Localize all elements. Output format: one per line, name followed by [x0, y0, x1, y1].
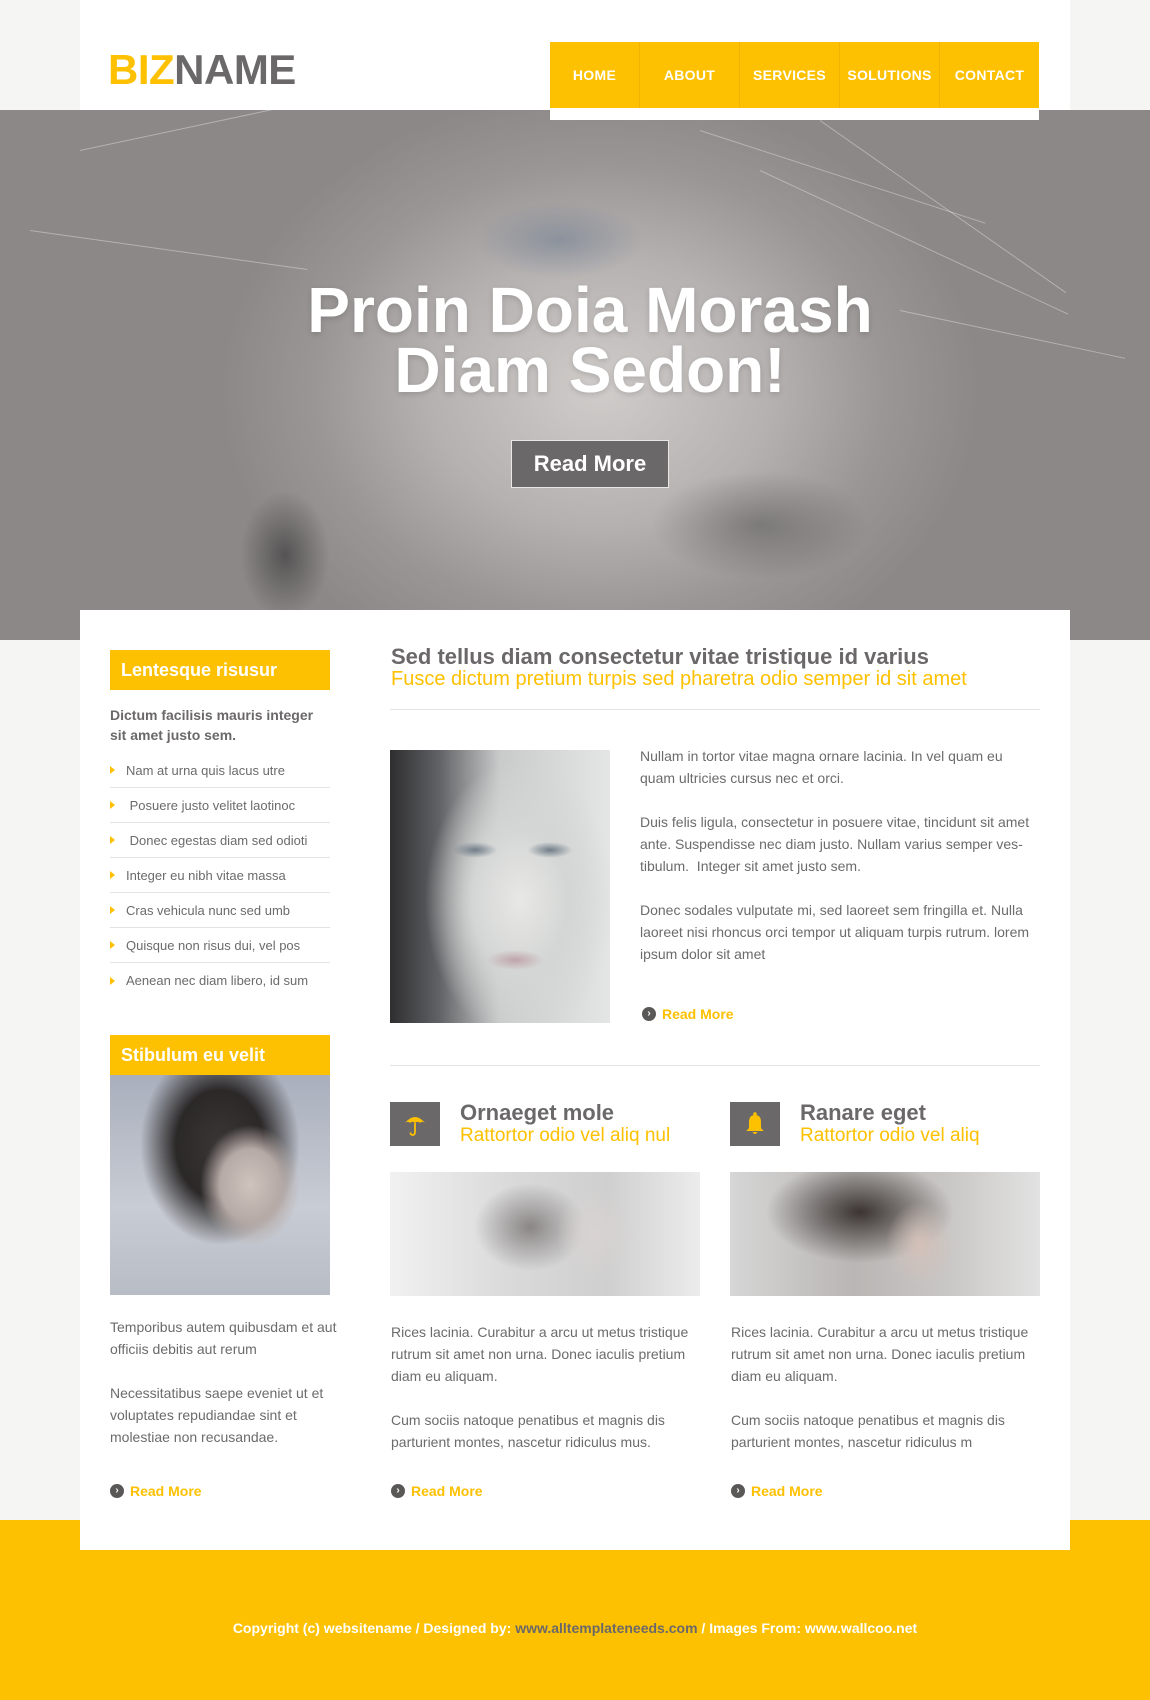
- footer-credits: Copyright (c) websitename / Designed by:…: [0, 1620, 1150, 1636]
- footer-designer-link[interactable]: www.alltemplateneeds.com: [515, 1620, 697, 1636]
- hero-read-more-button[interactable]: Read More: [511, 440, 669, 488]
- featured-paragraph: Donec sodales vulputate mi, sed laoreet …: [640, 902, 1030, 962]
- sidebar-list-item[interactable]: Aenean nec diam libero, id sum: [110, 963, 330, 998]
- sidebar-list-item[interactable]: Integer eu nibh vitae massa: [110, 858, 330, 893]
- featured-paragraph-line: Duis felis ligula, consectetur in posuer…: [640, 814, 1030, 830]
- column-photo: [730, 1172, 1040, 1296]
- column-title: Ornaeget mole: [460, 1100, 615, 1125]
- column-read-more-link[interactable]: › Read More: [391, 1483, 483, 1499]
- hero-image-hair: [29, 230, 308, 270]
- sidebar-photo: [110, 1075, 330, 1295]
- sidebar-list-item[interactable]: Cras vehicula nunc sed umb: [110, 893, 330, 928]
- featured-portrait: [390, 750, 610, 1023]
- hero-banner: Proin Doia Morash Diam Sedon! Read More: [0, 110, 1150, 640]
- sidebar-paragraph: Temporibus autem quibusdam et aut offici…: [110, 1319, 337, 1357]
- sidebar-list-item[interactable]: Donec egestas diam sed odioti: [110, 823, 330, 858]
- nav-solutions[interactable]: SOLUTIONS: [840, 42, 940, 108]
- column-paragraph: Rices lacinia. Curabitur a arcu ut metus…: [391, 1324, 689, 1384]
- hero-image-shadow: [650, 470, 870, 580]
- divider: [390, 709, 1040, 710]
- content-title: Sed tellus diam consectetur vitae tristi…: [391, 644, 929, 669]
- featured-paragraph-line: tibulum. Integer sit amet justo sem.: [640, 858, 861, 874]
- column-title: Ranare eget: [800, 1100, 926, 1125]
- content-subtitle: Fusce dictum pretium turpis sed pharetra…: [391, 668, 967, 690]
- main-nav: HOME ABOUT SERVICES SOLUTIONS CONTACT: [550, 42, 1039, 120]
- hero-image-hair: [79, 110, 335, 151]
- arrow-right-icon: ›: [391, 1484, 405, 1498]
- column-paragraph: Cum sociis natoque penatibus et magnis d…: [731, 1412, 1005, 1450]
- divider: [390, 1065, 1040, 1066]
- sidebar-intro: Dictum facilisis mauris integer sit amet…: [110, 707, 314, 743]
- column-photo: [390, 1172, 700, 1296]
- featured-paragraph: Duis felis ligula, consectetur in posuer…: [640, 811, 1040, 877]
- sidebar-list-item[interactable]: Posuere justo velitet laotinoc: [110, 788, 330, 823]
- bullet-arrow-icon: [110, 941, 115, 949]
- arrow-right-icon: ›: [642, 1007, 656, 1021]
- column-read-more-link[interactable]: › Read More: [731, 1483, 823, 1499]
- sidebar-box-title: Lentesque risusur: [110, 650, 330, 690]
- arrow-right-icon: ›: [731, 1484, 745, 1498]
- nav-contact[interactable]: CONTACT: [940, 42, 1039, 108]
- hero-title: Proin Doia Morash Diam Sedon!: [0, 274, 1150, 406]
- featured-paragraph-line: ante. Suspendisse nec diam justo. Nullam…: [640, 836, 1023, 852]
- main-content-card: Lentesque risusur Dictum facilisis mauri…: [80, 610, 1070, 1550]
- logo[interactable]: BIZNAME: [108, 46, 296, 94]
- featured-paragraph: Nullam in tortor vitae magna ornare laci…: [640, 748, 1003, 786]
- sidebar-list-item[interactable]: Nam at urna quis lacus utre: [110, 753, 330, 788]
- sidebar-read-more-link[interactable]: › Read More: [110, 1483, 202, 1499]
- column-paragraph: Rices lacinia. Curabitur a arcu ut metus…: [731, 1324, 1029, 1384]
- sidebar-box-title: Stibulum eu velit: [110, 1035, 330, 1075]
- bullet-arrow-icon: [110, 836, 115, 844]
- footer-text: / Images From:: [697, 1620, 805, 1636]
- umbrella-icon: [390, 1102, 440, 1146]
- nav-services[interactable]: SERVICES: [740, 42, 840, 108]
- sidebar-list-item[interactable]: Quisque non risus dui, vel pos: [110, 928, 330, 963]
- footer-images-link[interactable]: www.wallcoo.net: [805, 1620, 917, 1636]
- nav-about[interactable]: ABOUT: [640, 42, 740, 108]
- hero-image-hair: [819, 120, 1067, 293]
- logo-part-name: NAME: [174, 46, 296, 93]
- footer-text: Copyright (c) websitename / Designed by:: [232, 1620, 516, 1636]
- featured-read-more-link[interactable]: › Read More: [642, 1006, 734, 1022]
- column-subtitle: Rattortor odio vel aliq: [800, 1125, 980, 1146]
- site-header: BIZNAME HOME ABOUT SERVICES SOLUTIONS CO…: [80, 0, 1070, 120]
- bullet-arrow-icon: [110, 976, 115, 985]
- column-paragraph: Cum sociis natoque penatibus et magnis d…: [391, 1412, 665, 1450]
- logo-part-biz: BIZ: [108, 46, 175, 93]
- bullet-arrow-icon: [110, 871, 115, 879]
- sidebar-list: Nam at urna quis lacus utre Posuere just…: [110, 753, 330, 998]
- bullet-arrow-icon: [110, 906, 115, 914]
- hero-title-line: Diam Sedon!: [394, 334, 786, 406]
- hero-title-line: Proin Doia Morash: [307, 274, 873, 346]
- column-subtitle: Rattortor odio vel aliq nul: [460, 1125, 671, 1146]
- bullet-arrow-icon: [110, 766, 115, 774]
- hero-image-shadow: [240, 490, 330, 620]
- bell-icon: [730, 1102, 780, 1146]
- arrow-right-icon: ›: [110, 1484, 124, 1498]
- sidebar-paragraph: Necessitatibus saepe eveniet ut et volup…: [110, 1385, 324, 1445]
- bullet-arrow-icon: [110, 801, 115, 809]
- nav-home[interactable]: HOME: [550, 42, 640, 108]
